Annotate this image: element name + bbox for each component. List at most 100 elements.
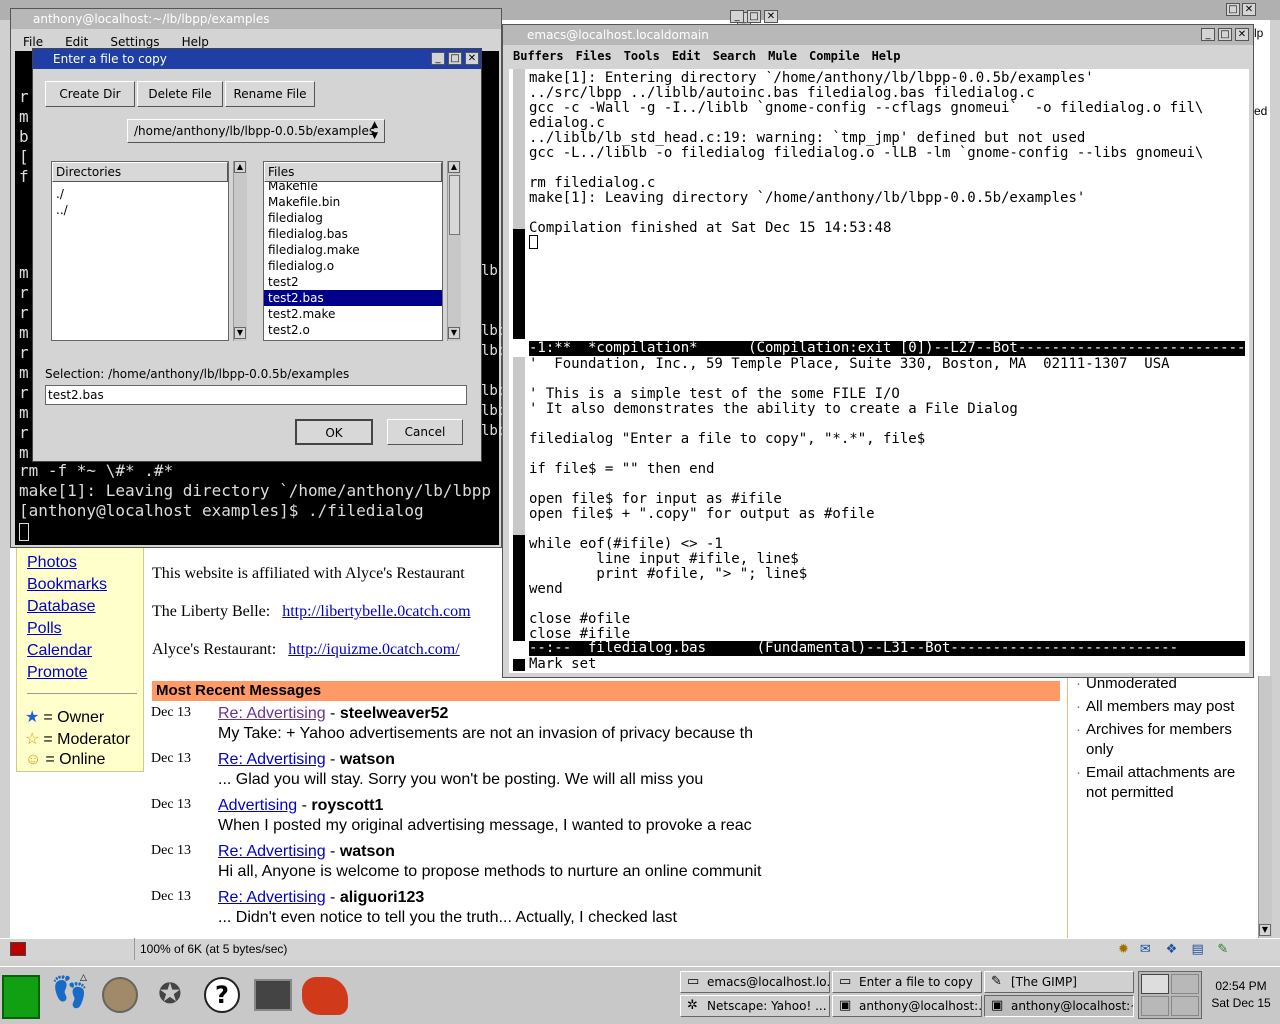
panel-hide-button[interactable] <box>2 975 40 1019</box>
netscape-close-icon[interactable]: ✕ <box>1242 3 1256 16</box>
emacs-menu-edit[interactable]: Edit <box>672 49 701 63</box>
dirs-scroll-up-icon[interactable]: ▲ <box>234 161 246 173</box>
emacs-menu-mule[interactable]: Mule <box>768 49 797 63</box>
dialog-titlebar[interactable]: Enter a file to copy <box>33 49 481 69</box>
file-item[interactable]: filedialog.o <box>264 258 442 274</box>
nav-link-polls[interactable]: Polls <box>27 620 142 642</box>
dialog-minimize-icon[interactable]: _ <box>431 52 445 65</box>
component-bar-icons[interactable]: ✹ ✉ ❖ ▤ ✎ <box>1118 942 1268 957</box>
rename-file-button[interactable]: Rename File <box>225 81 315 107</box>
message-author[interactable]: aliguori123 <box>340 889 424 906</box>
pager[interactable] <box>1138 971 1202 1019</box>
file-item[interactable]: test2 <box>264 274 442 290</box>
emacs-minimize-icon[interactable]: _ <box>1201 28 1215 41</box>
pager-desk-2[interactable] <box>1171 974 1199 994</box>
compilation-buffer[interactable]: make[1]: Entering directory `/home/antho… <box>529 71 1245 236</box>
selection-input[interactable] <box>45 385 467 405</box>
task-button[interactable]: ✎ [The GIMP] <box>984 971 1134 993</box>
files-scroll-thumb[interactable] <box>449 175 460 235</box>
pager-desk-1[interactable] <box>1141 974 1169 994</box>
task-button[interactable]: ✲ Netscape: Yahoo! ... <box>680 995 830 1017</box>
terminal-launcher-icon[interactable] <box>102 977 138 1013</box>
file-item[interactable]: filedialog.make <box>264 242 442 258</box>
dirs-scroll-down-icon[interactable]: ▼ <box>234 327 246 339</box>
gnome-terminal-icon[interactable] <box>254 979 292 1011</box>
help-launcher-icon[interactable]: ✪ <box>150 977 190 1015</box>
files-scrollbar[interactable]: ▲ ▼ <box>447 161 461 341</box>
navigator-icon[interactable]: ✹ <box>1118 942 1136 957</box>
cancel-button[interactable]: Cancel <box>387 419 463 445</box>
terminal-titlebar[interactable]: anthony@localhost:~/lb/lbpp/examples <box>11 9 501 29</box>
file-item[interactable]: filedialog <box>264 210 442 226</box>
minibuffer[interactable]: Mark set <box>529 657 596 672</box>
emacs-menu-search[interactable]: Search <box>713 49 756 63</box>
task-button[interactable]: ▣ anthony@localhost:~ <box>984 995 1134 1017</box>
clock-date[interactable]: Sat Dec 15 <box>1206 996 1276 1010</box>
terminal-minimize-button[interactable]: _ <box>730 10 744 23</box>
mozilla-icon[interactable] <box>302 977 348 1015</box>
code-buffer[interactable]: ' Foundation, Inc., 59 Temple Place, Sui… <box>529 357 1245 642</box>
nav-link-calendar[interactable]: Calendar <box>27 642 142 664</box>
emacs-menu-files[interactable]: Files <box>576 49 612 63</box>
alyce-link[interactable]: http://iquizme.0catch.com/ <box>288 641 460 658</box>
message-subject-link[interactable]: Re: Advertising <box>218 843 326 860</box>
emacs-titlebar[interactable]: emacs@localhost.localdomain <box>503 25 1253 45</box>
files-header[interactable]: Files <box>264 162 442 182</box>
emacs-menu-help[interactable]: Help <box>872 49 901 63</box>
file-item[interactable]: Makefile.bin <box>264 194 442 210</box>
compilation-scrollbar[interactable] <box>513 69 525 339</box>
mail-icon[interactable]: ✉ <box>1140 942 1162 957</box>
terminal-menu-settings[interactable]: Settings <box>110 35 159 49</box>
dialog-close-icon[interactable]: ✕ <box>465 52 479 65</box>
directory-item[interactable]: ./ <box>56 186 68 202</box>
message-author[interactable]: watson <box>340 751 395 768</box>
path-select[interactable]: /home/anthony/lb/lbpp-0.0.5b/examples ▲ ▼ <box>127 119 385 143</box>
liberty-link[interactable]: http://libertybelle.0catch.com <box>282 603 470 620</box>
directories-list[interactable]: Directories ./../ <box>51 161 229 341</box>
message-author[interactable]: steelweaver52 <box>340 705 449 722</box>
create-dir-button[interactable]: Create Dir <box>45 81 135 107</box>
delete-file-button[interactable]: Delete File <box>137 81 223 107</box>
message-subject-link[interactable]: Re: Advertising <box>218 889 326 906</box>
terminal-menu-edit[interactable]: Edit <box>65 35 88 49</box>
task-button[interactable]: ▭ emacs@localhost.lo... <box>680 971 830 993</box>
emacs-menu-compile[interactable]: Compile <box>809 49 860 63</box>
file-item-selected[interactable]: test2.bas <box>264 290 442 306</box>
pager-desk-3[interactable] <box>1141 996 1169 1016</box>
clock-time[interactable]: 02:54 PM <box>1206 979 1276 993</box>
terminal-close-button[interactable]: ✕ <box>764 10 778 23</box>
emacs-close-icon[interactable]: ✕ <box>1235 28 1249 41</box>
dialog-maximize-icon[interactable]: □ <box>448 52 462 65</box>
netscape-scroll-down-icon[interactable]: ▼ <box>1259 924 1271 936</box>
directories-header[interactable]: Directories <box>52 162 228 182</box>
message-author[interactable]: royscott1 <box>311 797 383 814</box>
news-icon[interactable]: ❖ <box>1166 942 1188 957</box>
terminal-menu-help[interactable]: Help <box>182 35 209 49</box>
message-subject-link[interactable]: Re: Advertising <box>218 705 326 722</box>
nav-link-bookmarks[interactable]: Bookmarks <box>27 576 142 598</box>
message-subject-link[interactable]: Advertising <box>218 797 297 814</box>
directory-item[interactable]: ../ <box>56 202 68 218</box>
file-item[interactable]: test2.make <box>264 306 442 322</box>
nav-link-database[interactable]: Database <box>27 598 142 620</box>
netscape-scrollbar[interactable] <box>1258 676 1272 938</box>
emacs-menu-buffers[interactable]: Buffers <box>513 49 564 63</box>
emacs-menu-tools[interactable]: Tools <box>624 49 660 63</box>
directories-scrollbar[interactable]: ▲ ▼ <box>233 161 247 341</box>
compilation-scroll-thumb[interactable] <box>513 229 525 339</box>
pager-desk-4[interactable] <box>1171 996 1199 1016</box>
task-button[interactable]: ▣ anthony@localhost:... <box>832 995 982 1017</box>
task-button[interactable]: ▭ Enter a file to copy <box>832 971 982 993</box>
emacs-maximize-icon[interactable]: □ <box>1218 28 1232 41</box>
help-icon[interactable]: ? <box>204 977 240 1013</box>
files-list[interactable]: Files Makefile Makefile.bin filedialog file… <box>263 161 443 341</box>
files-scroll-up-icon[interactable]: ▲ <box>448 161 460 173</box>
code-scroll-thumb[interactable] <box>513 535 525 641</box>
nav-link-promote[interactable]: Promote <box>27 664 142 686</box>
ok-button[interactable]: OK <box>295 419 373 445</box>
files-scroll-down-icon[interactable]: ▼ <box>448 327 460 339</box>
message-author[interactable]: watson <box>340 843 395 860</box>
composer-icon[interactable]: ✎ <box>1217 942 1239 957</box>
code-scrollbar[interactable] <box>513 357 525 641</box>
security-lock-icon[interactable] <box>10 942 26 956</box>
